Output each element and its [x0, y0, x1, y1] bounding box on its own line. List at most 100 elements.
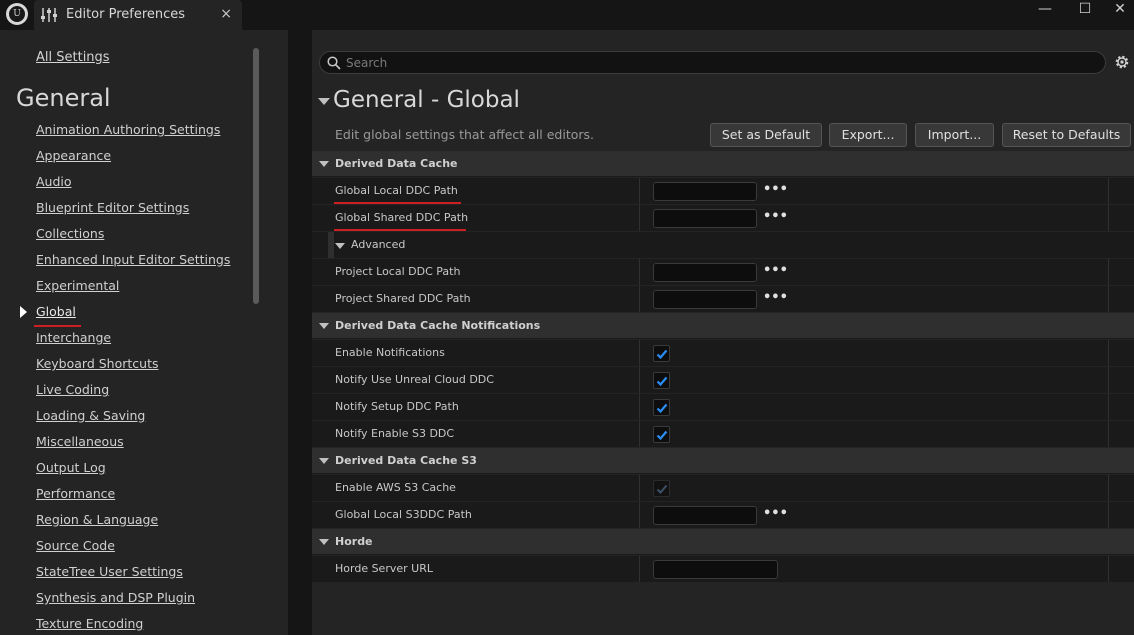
- sidebar-item-keyboard-shortcuts[interactable]: Keyboard Shortcuts: [36, 356, 159, 371]
- property-value-cell: •••: [641, 205, 1109, 231]
- section-description: Edit global settings that affect all edi…: [335, 127, 595, 142]
- set-as-default-button[interactable]: Set as Default: [710, 123, 822, 147]
- sidebar-item-appearance[interactable]: Appearance: [36, 148, 111, 163]
- category-horde[interactable]: Horde: [312, 529, 1134, 555]
- notify-s3-checkbox[interactable]: [653, 426, 670, 443]
- browse-button[interactable]: •••: [763, 209, 788, 224]
- panel-splitter[interactable]: [288, 30, 312, 635]
- project-local-ddc-path-field[interactable]: [653, 263, 757, 282]
- property-name-cell: Notify Enable S3 DDC: [335, 421, 640, 447]
- gear-icon[interactable]: [1113, 53, 1131, 71]
- project-shared-ddc-path-field[interactable]: [653, 290, 757, 309]
- sidebar-item-output-log[interactable]: Output Log: [36, 460, 106, 475]
- property-label: Horde Server URL: [335, 562, 433, 575]
- category-ddc-s3[interactable]: Derived Data Cache S3: [312, 448, 1134, 474]
- property-value-cell: [641, 421, 1109, 447]
- sidebar-item-synthesis-and-dsp-plugin[interactable]: Synthesis and DSP Plugin: [36, 590, 195, 605]
- property-row: Global Local DDC Path •••: [312, 178, 1134, 205]
- subcategory-label: Advanced: [351, 238, 406, 251]
- all-settings-link[interactable]: All Settings: [36, 50, 110, 65]
- minimize-button[interactable]: —: [1025, 0, 1065, 20]
- browse-button[interactable]: •••: [763, 263, 788, 278]
- property-row: Enable AWS S3 Cache: [312, 475, 1134, 502]
- sidebar-item-interchange[interactable]: Interchange: [36, 330, 111, 345]
- property-row: Project Shared DDC Path •••: [312, 286, 1134, 313]
- sidebar-item-experimental[interactable]: Experimental: [36, 278, 119, 293]
- global-local-ddc-path-field[interactable]: [653, 182, 757, 201]
- notify-setup-ddc-checkbox[interactable]: [653, 399, 670, 416]
- property-name-cell: Horde Server URL: [335, 556, 640, 582]
- property-value-cell: •••: [641, 502, 1109, 528]
- notify-unreal-cloud-checkbox[interactable]: [653, 372, 670, 389]
- category-label: Derived Data Cache Notifications: [335, 319, 541, 332]
- close-window-button[interactable]: ✕: [1100, 0, 1134, 20]
- sidebar-item-region-language[interactable]: Region & Language: [36, 512, 158, 527]
- sidebar-item-miscellaneous[interactable]: Miscellaneous: [36, 434, 124, 449]
- subcategory-advanced[interactable]: Advanced: [312, 232, 1134, 259]
- collapse-arrow-icon[interactable]: [319, 539, 329, 545]
- property-name-cell: Notify Setup DDC Path: [335, 394, 640, 420]
- sidebar-item-blueprint-editor-settings[interactable]: Blueprint Editor Settings: [36, 200, 189, 215]
- property-label: Notify Use Unreal Cloud DDC: [335, 373, 494, 386]
- property-row: Notify Setup DDC Path: [312, 394, 1134, 421]
- global-local-s3ddc-path-field[interactable]: [653, 506, 757, 525]
- property-label: Global Shared DDC Path: [335, 211, 469, 224]
- collapse-arrow-icon[interactable]: [319, 458, 329, 464]
- horde-server-url-field[interactable]: [653, 560, 778, 579]
- search-icon: [327, 56, 341, 70]
- enable-aws-s3-checkbox[interactable]: [653, 480, 670, 497]
- search-box[interactable]: [319, 51, 1106, 74]
- property-label: Project Local DDC Path: [335, 265, 461, 278]
- category-label: Horde: [335, 535, 373, 548]
- annotation-underline: [334, 229, 466, 231]
- reset-to-defaults-button[interactable]: Reset to Defaults: [1002, 123, 1131, 147]
- sidebar-item-live-coding[interactable]: Live Coding: [36, 382, 109, 397]
- search-input[interactable]: [346, 54, 1086, 71]
- unreal-logo-icon: U: [6, 3, 28, 25]
- category-ddc-notifications[interactable]: Derived Data Cache Notifications: [312, 313, 1134, 339]
- sidebar-item-animation-authoring-settings[interactable]: Animation Authoring Settings: [36, 122, 220, 137]
- property-name-cell: Project Shared DDC Path: [335, 286, 640, 312]
- sidebar-item-statetree-user-settings[interactable]: StateTree User Settings: [36, 564, 183, 579]
- browse-button[interactable]: •••: [763, 290, 788, 305]
- property-label: Global Local S3DDC Path: [335, 508, 472, 521]
- checkmark-icon: [656, 403, 668, 414]
- active-item-arrow-icon: [20, 306, 27, 318]
- sidebar-item-audio[interactable]: Audio: [36, 174, 72, 189]
- sidebar-item-collections[interactable]: Collections: [36, 226, 104, 241]
- property-value-cell: [641, 340, 1109, 366]
- property-label: Project Shared DDC Path: [335, 292, 471, 305]
- collapse-arrow-icon[interactable]: [318, 98, 330, 105]
- sidebar-item-enhanced-input-editor-settings[interactable]: Enhanced Input Editor Settings: [36, 252, 230, 267]
- collapse-arrow-icon[interactable]: [335, 243, 345, 249]
- property-name-cell: Project Local DDC Path: [335, 259, 640, 285]
- property-label: Global Local DDC Path: [335, 184, 458, 197]
- tab-editor-preferences[interactable]: Editor Preferences ×: [34, 0, 242, 30]
- property-row: Global Local S3DDC Path •••: [312, 502, 1134, 529]
- sidebar-item-performance[interactable]: Performance: [36, 486, 115, 501]
- import-button[interactable]: Import...: [915, 123, 994, 147]
- collapse-arrow-icon[interactable]: [319, 161, 329, 167]
- subcategory-indent: [328, 232, 334, 258]
- sidebar-item-source-code[interactable]: Source Code: [36, 538, 115, 553]
- section-title: General - Global: [333, 87, 520, 113]
- enable-notifications-checkbox[interactable]: [653, 345, 670, 362]
- sidebar-scrollbar[interactable]: [253, 48, 259, 304]
- sidebar-item-global[interactable]: Global: [36, 304, 76, 319]
- tab-close-icon[interactable]: ×: [220, 6, 232, 22]
- settings-sidebar: All Settings General Animation Authoring…: [0, 30, 288, 635]
- property-value-cell: •••: [641, 286, 1109, 312]
- collapse-arrow-icon[interactable]: [319, 323, 329, 329]
- global-shared-ddc-path-field[interactable]: [653, 209, 757, 228]
- export-button[interactable]: Export...: [829, 123, 907, 147]
- browse-button[interactable]: •••: [763, 506, 788, 521]
- annotation-underline: [334, 202, 461, 204]
- sidebar-item-texture-encoding[interactable]: Texture Encoding: [36, 616, 143, 631]
- annotation-underline: [34, 325, 81, 327]
- category-title: General: [16, 84, 111, 112]
- maximize-button[interactable]: ☐: [1065, 0, 1105, 20]
- checkmark-icon: [656, 376, 668, 387]
- sidebar-item-loading-saving[interactable]: Loading & Saving: [36, 408, 145, 423]
- category-derived-data-cache[interactable]: Derived Data Cache: [312, 151, 1134, 177]
- browse-button[interactable]: •••: [763, 182, 788, 197]
